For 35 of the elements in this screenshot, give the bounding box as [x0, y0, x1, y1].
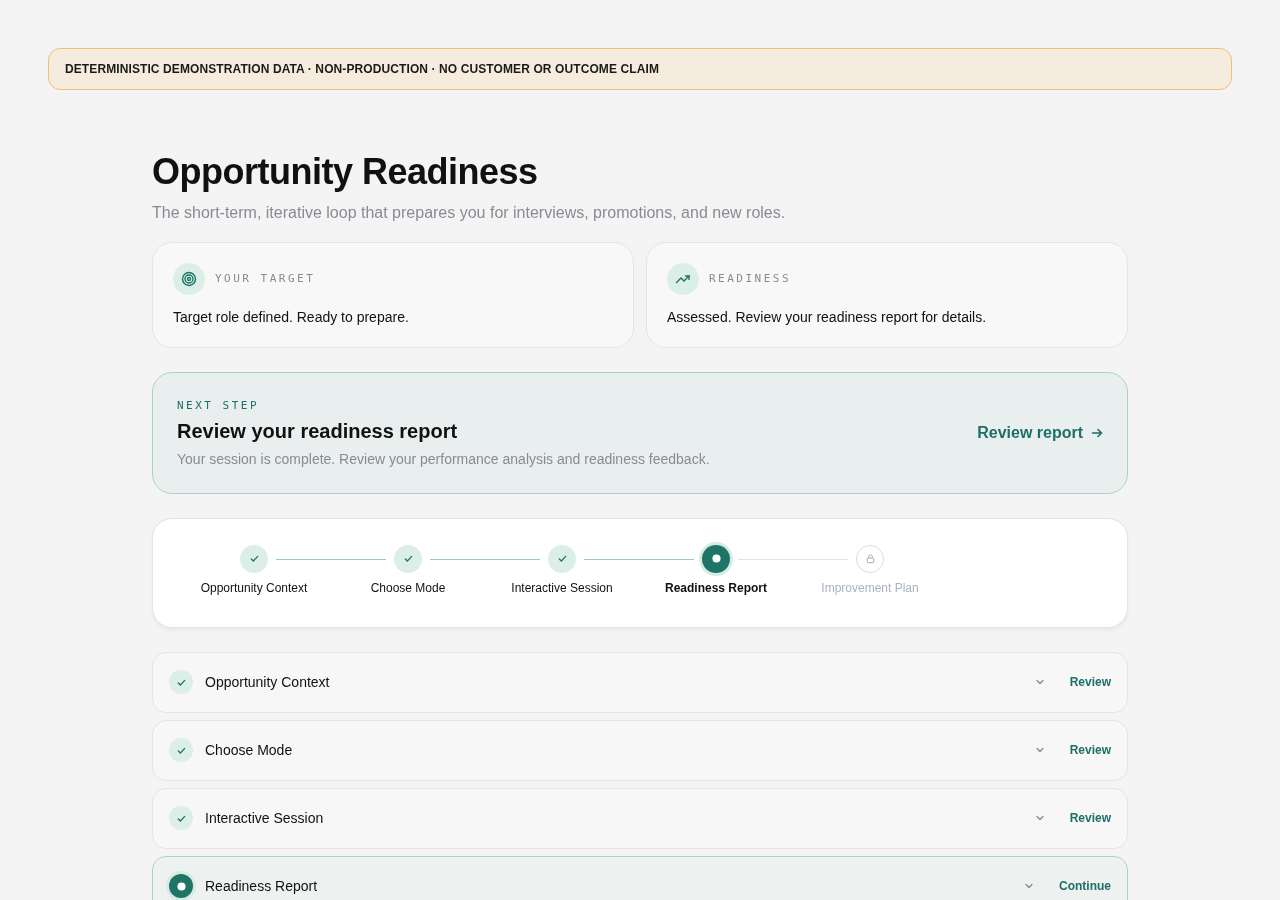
dot-icon: [711, 554, 721, 564]
next-step-label: NEXT STEP: [177, 398, 261, 412]
card-text: Target role defined. Ready to prepare.: [173, 308, 410, 325]
step-label: Improvement Plan: [821, 580, 919, 595]
dot-icon: [176, 881, 186, 891]
section-action-link[interactable]: Review: [1069, 675, 1111, 690]
check-icon: [402, 553, 414, 565]
lock-icon: [864, 553, 876, 565]
demo-notice-banner: DETERMINISTIC DEMONSTRATION DATA · NON-PRODUCTION · NO CUSTOMER OR OUTCOME CLAIM: [48, 48, 1232, 90]
section-title: Readiness Report: [205, 878, 319, 895]
review-report-link[interactable]: Review report: [977, 423, 1103, 442]
card-label: READINESS: [709, 272, 792, 286]
target-icon: [181, 270, 197, 287]
section-title: Interactive Session: [205, 810, 325, 827]
check-icon: [248, 553, 260, 565]
section-title: Opportunity Context: [205, 674, 331, 691]
step-label: Opportunity Context: [200, 580, 308, 595]
section-row[interactable]: Interactive Session Review: [152, 787, 1128, 849]
section-row[interactable]: Opportunity Context Review: [152, 651, 1128, 713]
page-subtitle: The short-term, iterative loop that prepares you for interviews, promotions, and new roles.: [152, 203, 787, 222]
section-title: Choose Mode: [205, 742, 294, 759]
arrow-right-icon: [1091, 426, 1103, 439]
step-label: Interactive Session: [511, 580, 613, 595]
section-action-link[interactable]: Review: [1069, 811, 1111, 826]
card-text: Assessed. Review your readiness report for details.: [667, 308, 988, 325]
card-label: YOUR TARGET: [215, 272, 316, 286]
step-label: Readiness Report: [665, 580, 767, 595]
check-icon: [556, 553, 568, 565]
section-row[interactable]: Choose Mode Review: [152, 719, 1128, 781]
section-action-link[interactable]: Continue: [1059, 879, 1111, 894]
page-title: Opportunity Readiness: [152, 152, 539, 192]
section-action-link[interactable]: Review: [1069, 743, 1111, 758]
next-step-title: Review your readiness report: [177, 419, 459, 443]
next-step-description: Your session is complete. Review your performance analysis and readiness feedback.: [177, 450, 710, 467]
step-label: Choose Mode: [370, 580, 446, 595]
